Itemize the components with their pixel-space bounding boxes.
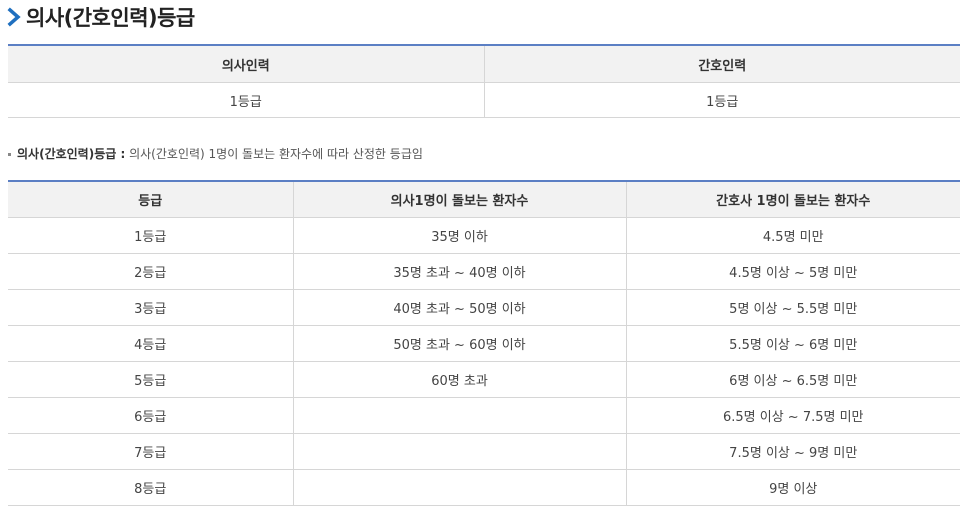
table-row: 7등급 7.5명 이상 ~ 9명 미만 [8, 433, 960, 470]
grade-cell: 6등급 [8, 397, 294, 434]
doctor-patients-cell: 35명 초과 ~ 40명 이하 [293, 253, 627, 290]
grade-cell: 1등급 [8, 217, 294, 254]
doctor-patients-cell [293, 433, 627, 470]
summary-table-header: 의사인력 간호인력 [8, 45, 960, 83]
grade-cell: 7등급 [8, 433, 294, 470]
header-nurse-patients: 간호사 1명이 돌보는 환자수 [626, 181, 960, 218]
doctor-patients-cell: 35명 이하 [293, 217, 627, 254]
grade-note: 의사(간호인력)등급 : 의사(간호인력) 1명이 돌보는 환자수에 따라 산정… [8, 145, 423, 162]
header-doctor-patients: 의사1명이 돌보는 환자수 [293, 181, 627, 218]
table-row: 8등급 9명 이상 [8, 469, 960, 506]
nurse-patients-cell: 6.5명 이상 ~ 7.5명 미만 [626, 397, 960, 434]
doctor-patients-cell: 60명 초과 [293, 361, 627, 398]
nurse-patients-cell: 5명 이상 ~ 5.5명 미만 [626, 289, 960, 326]
doctor-patients-cell [293, 469, 627, 506]
doctor-patients-cell [293, 397, 627, 434]
grade-cell: 4등급 [8, 325, 294, 362]
chevron-right-icon [7, 7, 21, 27]
grade-cell: 2등급 [8, 253, 294, 290]
nurse-patients-cell: 6명 이상 ~ 6.5명 미만 [626, 361, 960, 398]
table-row: 3등급 40명 초과 ~ 50명 이하 5명 이상 ~ 5.5명 미만 [8, 289, 960, 326]
nurse-patients-cell: 4.5명 이상 ~ 5명 미만 [626, 253, 960, 290]
page-title: 의사(간호인력)등급 [6, 2, 195, 32]
summary-value-nurse: 1등급 [484, 82, 960, 118]
doctor-patients-cell: 40명 초과 ~ 50명 이하 [293, 289, 627, 326]
note-label: 의사(간호인력)등급 : [17, 147, 126, 161]
table-row: 2등급 35명 초과 ~ 40명 이하 4.5명 이상 ~ 5명 미만 [8, 253, 960, 290]
nurse-patients-cell: 5.5명 이상 ~ 6명 미만 [626, 325, 960, 362]
nurse-patients-cell: 4.5명 미만 [626, 217, 960, 254]
doctor-patients-cell: 50명 초과 ~ 60명 이하 [293, 325, 627, 362]
table-row: 5등급 60명 초과 6명 이상 ~ 6.5명 미만 [8, 361, 960, 398]
table-row: 1등급 1등급 [8, 82, 960, 118]
grade-table: 등급 의사1명이 돌보는 환자수 간호사 1명이 돌보는 환자수 1등급 35명… [8, 180, 960, 506]
table-row: 6등급 6.5명 이상 ~ 7.5명 미만 [8, 397, 960, 434]
note-text: 의사(간호인력) 1명이 돌보는 환자수에 따라 산정한 등급임 [125, 147, 423, 161]
page-title-text: 의사(간호인력)등급 [26, 6, 195, 30]
header-grade: 등급 [8, 181, 294, 218]
summary-value-doctor: 1등급 [8, 82, 485, 118]
grade-cell: 8등급 [8, 469, 294, 506]
table-row: 4등급 50명 초과 ~ 60명 이하 5.5명 이상 ~ 6명 미만 [8, 325, 960, 362]
nurse-patients-cell: 9명 이상 [626, 469, 960, 506]
grade-cell: 3등급 [8, 289, 294, 326]
summary-header-doctor: 의사인력 [8, 45, 485, 83]
summary-header-nurse: 간호인력 [484, 45, 960, 83]
summary-table: 의사인력 간호인력 1등급 1등급 [8, 44, 960, 118]
nurse-patients-cell: 7.5명 이상 ~ 9명 미만 [626, 433, 960, 470]
grade-cell: 5등급 [8, 361, 294, 398]
table-row: 1등급 35명 이하 4.5명 미만 [8, 217, 960, 254]
grade-table-header: 등급 의사1명이 돌보는 환자수 간호사 1명이 돌보는 환자수 [8, 181, 960, 218]
bullet-icon [8, 152, 11, 156]
